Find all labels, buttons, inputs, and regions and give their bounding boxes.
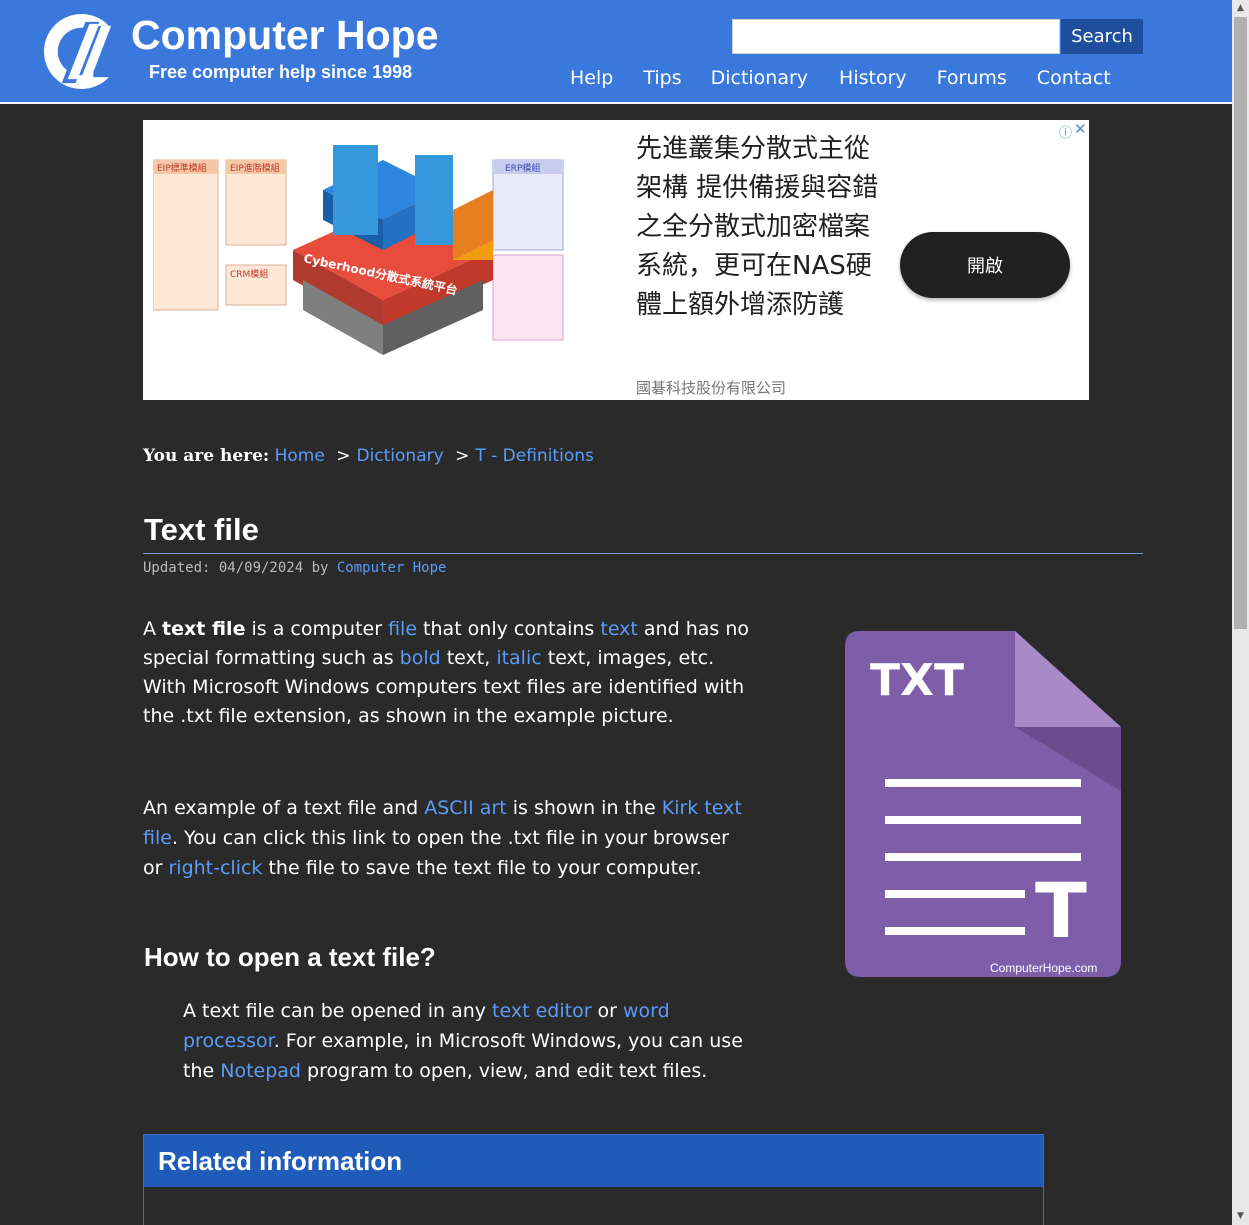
text: An example of a text file and xyxy=(143,797,425,819)
section-heading-open-text-file: How to open a text file? xyxy=(144,942,436,972)
related-title: Related information xyxy=(158,1145,403,1176)
nav-dictionary[interactable]: Dictionary xyxy=(711,67,808,89)
intro-paragraph: A text file is a computer file that only… xyxy=(143,615,753,731)
ad-text[interactable]: 先進叢集分散式主從架構 提供備援與容錯之全分散式加密檔案系統，更可在NAS硬體上… xyxy=(636,130,886,325)
svg-text:TXT: TXT xyxy=(870,655,964,706)
breadcrumb: You are here: Home > Dictionary > T - Defi… xyxy=(143,446,594,466)
svg-text:ComputerHope.com: ComputerHope.com xyxy=(990,961,1097,975)
text: program to open, view, and edit text fil… xyxy=(300,1060,708,1082)
page-scrollbar[interactable]: ▲ ▼ xyxy=(1232,0,1249,1225)
link-ascii-art[interactable]: ASCII art xyxy=(424,797,506,819)
advertisement[interactable]: EIP標準模組 EIP進階模組 CRM模組 ERP模組 Cyberhood分散式… xyxy=(143,120,1089,400)
text: A text file can be opened in any xyxy=(183,1000,493,1022)
link-bold[interactable]: bold xyxy=(400,647,441,669)
link-notepad[interactable]: Notepad xyxy=(220,1060,301,1082)
related-header: Related information xyxy=(144,1135,1043,1187)
updated-text: Updated: 04/09/2024 by xyxy=(143,560,329,576)
ad-open-button[interactable]: 開啟 xyxy=(900,232,1070,298)
nav-tips[interactable]: Tips xyxy=(643,67,681,89)
related-information-box: Related information xyxy=(143,1134,1044,1225)
breadcrumb-separator: > xyxy=(455,446,470,466)
site-tagline: Free computer help since 1998 xyxy=(149,62,413,82)
main-nav: Help Tips Dictionary History Forums Cont… xyxy=(570,67,1111,89)
bold-term: text file xyxy=(162,618,246,640)
breadcrumb-label: You are here: xyxy=(143,446,270,466)
ad-image[interactable]: EIP標準模組 EIP進階模組 CRM模組 ERP模組 Cyberhood分散式… xyxy=(153,130,573,385)
text: A xyxy=(143,618,163,640)
link-text[interactable]: text xyxy=(600,618,638,640)
breadcrumb-home[interactable]: Home xyxy=(275,446,325,466)
search-button[interactable]: Search xyxy=(1061,19,1143,54)
open-text-file-paragraph: A text file can be opened in any text ed… xyxy=(183,996,743,1086)
text: that only contains xyxy=(417,618,601,640)
computer-hope-logo[interactable] xyxy=(42,12,121,91)
site-title[interactable]: Computer Hope xyxy=(131,12,439,59)
example-paragraph: An example of a text file and ASCII art … xyxy=(143,793,753,883)
text: or xyxy=(591,1000,624,1022)
scrollbar-thumb[interactable] xyxy=(1234,17,1247,629)
scroll-down-arrow-icon[interactable]: ▼ xyxy=(1232,1208,1249,1225)
txt-file-icon: TXT T ComputerHope.com xyxy=(845,631,1121,977)
ad-info-icon[interactable]: ⓘ xyxy=(1059,122,1072,141)
nav-help[interactable]: Help xyxy=(570,67,613,89)
link-right-click[interactable]: right-click xyxy=(168,857,262,879)
scroll-up-arrow-icon[interactable]: ▲ xyxy=(1232,0,1249,17)
link-italic[interactable]: italic xyxy=(496,647,541,669)
breadcrumb-separator: > xyxy=(336,446,351,466)
title-divider xyxy=(143,553,1143,554)
svg-text:T: T xyxy=(1035,866,1087,955)
search-input[interactable] xyxy=(732,19,1060,54)
updated-line: Updated: 04/09/2024 by Computer Hope xyxy=(143,560,446,576)
ad-company[interactable]: 國碁科技股份有限公司 xyxy=(636,377,786,398)
page-title: Text file xyxy=(144,512,259,547)
svg-text:EIP標準模組: EIP標準模組 xyxy=(157,162,207,174)
text: is a computer xyxy=(245,618,389,640)
ad-close-icon[interactable]: ✕ xyxy=(1074,120,1087,138)
svg-text:CRM模組: CRM模組 xyxy=(230,268,268,280)
text: the file to save the text file to your c… xyxy=(262,857,702,879)
text: is shown in the xyxy=(506,797,662,819)
link-text-editor[interactable]: text editor xyxy=(492,1000,591,1022)
nav-forums[interactable]: Forums xyxy=(937,67,1007,89)
breadcrumb-dictionary[interactable]: Dictionary xyxy=(356,446,443,466)
text: text, xyxy=(440,647,497,669)
svg-text:EIP進階模組: EIP進階模組 xyxy=(230,162,280,174)
svg-text:ERP模組: ERP模組 xyxy=(505,162,540,174)
nav-history[interactable]: History xyxy=(839,67,907,89)
author-link[interactable]: Computer Hope xyxy=(337,560,447,576)
link-file[interactable]: file xyxy=(388,618,417,640)
breadcrumb-t-definitions[interactable]: T - Definitions xyxy=(475,446,594,466)
nav-contact[interactable]: Contact xyxy=(1037,67,1111,89)
site-header: Computer Hope Free computer help since 1… xyxy=(0,0,1232,104)
